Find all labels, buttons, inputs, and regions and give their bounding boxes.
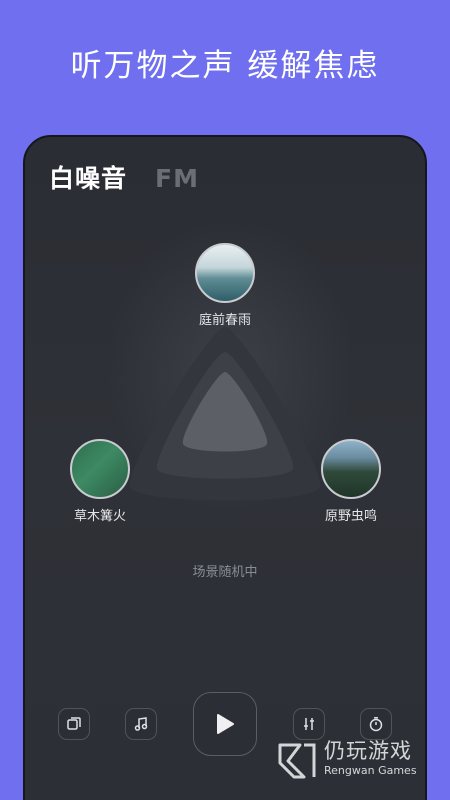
app-panel: 白噪音 FM 庭前春雨 草木篝火 原野虫鸣 场景随机中 <box>23 135 427 800</box>
equalizer-icon <box>304 718 314 730</box>
watermark-name: 仍玩游戏 <box>324 739 412 763</box>
watermark: 仍玩游戏 Rengwan Games <box>272 735 442 785</box>
scene-rain[interactable]: 庭前春雨 <box>195 243 255 328</box>
rain-image <box>195 243 255 303</box>
layers-button[interactable] <box>58 708 90 740</box>
music-button[interactable] <box>125 708 157 740</box>
scene-campfire[interactable]: 草木篝火 <box>70 439 130 524</box>
rengwan-logo-icon <box>278 743 316 779</box>
timer-icon <box>369 717 383 732</box>
campfire-image <box>70 439 130 499</box>
scene-rain-label: 庭前春雨 <box>198 313 251 328</box>
music-note-icon <box>134 717 148 731</box>
play-button[interactable] <box>193 692 257 756</box>
play-icon <box>217 714 234 734</box>
headline: 听万物之声 缓解焦虑 <box>70 48 380 84</box>
status-text: 场景随机中 <box>192 565 258 580</box>
watermark-sub: Rengwan Games <box>324 764 417 777</box>
scene-insects-label: 原野虫鸣 <box>324 509 377 524</box>
insects-image <box>321 439 381 499</box>
scene-insects[interactable]: 原野虫鸣 <box>321 439 381 524</box>
scene-campfire-label: 草木篝火 <box>73 509 126 524</box>
layers-icon <box>67 717 81 730</box>
